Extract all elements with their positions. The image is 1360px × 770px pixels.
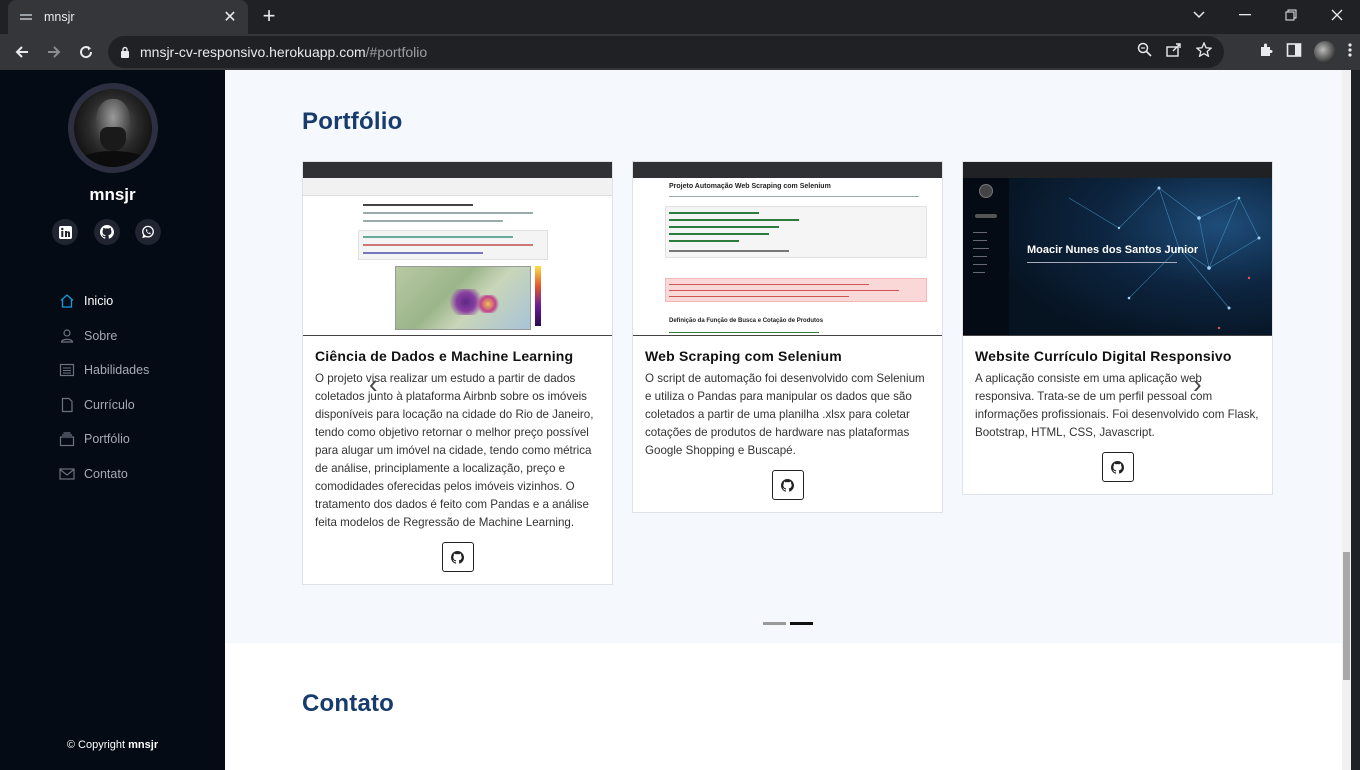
- portfolio-card-data-science: Ciência de Dados e Machine Learning O pr…: [302, 161, 613, 585]
- web-page: mnsjr Inicio Sobre Habilidades Currículo…: [0, 70, 1360, 770]
- section-title-contato: Contato: [302, 690, 395, 717]
- profile-photo: [68, 83, 158, 173]
- collection-icon: [58, 430, 76, 448]
- address-bar[interactable]: mnsjr-cv-responsivo.herokuapp.com/#portf…: [108, 36, 1224, 68]
- sidebar-item-inicio[interactable]: Inicio: [58, 284, 149, 319]
- main-content: Portfólio Ciência de Dados e Machine Lea…: [225, 70, 1351, 770]
- card-description: O script de automação foi desenvolvido c…: [645, 372, 925, 457]
- browser-tab[interactable]: mnsjr ✕: [8, 0, 248, 34]
- tab-close-icon[interactable]: ✕: [222, 7, 238, 27]
- sidebar-item-label: Habilidades: [84, 363, 150, 378]
- tab-search-icon[interactable]: [1176, 0, 1222, 30]
- person-icon: [58, 327, 76, 345]
- home-icon: [58, 292, 76, 310]
- sidebar-item-sobre[interactable]: Sobre: [58, 319, 149, 354]
- sidebar-item-label: Contato: [84, 466, 128, 481]
- github-icon: [781, 478, 794, 492]
- profile-avatar-icon[interactable]: [1314, 41, 1336, 63]
- carousel-indicator-2[interactable]: [790, 622, 813, 625]
- project-screenshot-jupyter: [303, 162, 612, 336]
- bookmark-star-icon[interactable]: [1195, 41, 1213, 62]
- browser-tab-bar: mnsjr ✕ +: [0, 0, 1360, 34]
- scrollbar-thumb[interactable]: [1343, 552, 1350, 680]
- extensions-icon[interactable]: [1258, 42, 1274, 63]
- whatsapp-icon[interactable]: [135, 219, 161, 245]
- portfolio-section: Portfólio Ciência de Dados e Machine Lea…: [225, 70, 1351, 643]
- github-link-button[interactable]: [771, 470, 804, 500]
- restore-icon[interactable]: [1268, 0, 1314, 30]
- sidebar-item-label: Sobre: [84, 328, 118, 343]
- menu-kebab-icon[interactable]: [1348, 42, 1352, 63]
- portfolio-card-website: Moacir Nunes dos Santos Junior Website C…: [962, 161, 1273, 495]
- card-title: Website Currículo Digital Responsivo: [975, 348, 1232, 364]
- sidebar-item-label: Portfólio: [84, 432, 130, 447]
- envelope-icon: [58, 465, 76, 483]
- project-screenshot-selenium: Projeto Automação Web Scraping com Selen…: [633, 162, 942, 336]
- sidebar-nav: Inicio Sobre Habilidades Currículo Portf…: [58, 284, 149, 491]
- profile-name: mnsjr: [89, 185, 136, 204]
- favicon-icon: [18, 9, 34, 25]
- card-description: O projeto visa realizar um estudo a part…: [315, 372, 594, 529]
- sidebar-item-label: Currículo: [84, 397, 135, 412]
- reload-icon[interactable]: [70, 36, 102, 68]
- new-tab-button[interactable]: +: [256, 5, 282, 29]
- github-icon: [451, 550, 464, 564]
- carousel-indicator-1[interactable]: [763, 622, 786, 625]
- github-link-button[interactable]: [441, 542, 474, 572]
- sidebar: mnsjr Inicio Sobre Habilidades Currículo…: [0, 70, 225, 770]
- file-icon: [58, 396, 76, 414]
- url-text: mnsjr-cv-responsivo.herokuapp.com/#portf…: [140, 44, 428, 60]
- zoom-icon[interactable]: [1137, 42, 1152, 62]
- card-title: Ciência de Dados e Machine Learning: [315, 348, 574, 364]
- sidebar-item-habilidades[interactable]: Habilidades: [58, 353, 149, 388]
- card-title: Web Scraping com Selenium: [645, 348, 842, 364]
- card-description: A aplicação consiste em uma aplicação we…: [975, 372, 1259, 439]
- github-icon: [1111, 460, 1124, 474]
- linkedin-icon[interactable]: [52, 219, 78, 245]
- browser-toolbar: mnsjr-cv-responsivo.herokuapp.com/#portf…: [0, 34, 1360, 70]
- section-title-portfolio: Portfólio: [302, 108, 403, 135]
- github-link-button[interactable]: [1101, 452, 1134, 482]
- share-icon[interactable]: [1166, 42, 1182, 62]
- sidebar-item-curriculo[interactable]: Currículo: [58, 388, 149, 423]
- copyright: © Copyright mnsjr: [66, 739, 159, 751]
- sidebar-item-portfolio[interactable]: Portfólio: [58, 422, 149, 457]
- close-window-icon[interactable]: [1314, 0, 1360, 30]
- sidepanel-icon[interactable]: [1286, 42, 1302, 63]
- page-scrollbar[interactable]: [1342, 70, 1351, 770]
- project-screenshot-website: Moacir Nunes dos Santos Junior: [963, 162, 1272, 336]
- minimize-icon[interactable]: [1222, 0, 1268, 30]
- portfolio-card-web-scraping: Projeto Automação Web Scraping com Selen…: [632, 161, 943, 513]
- list-icon: [58, 361, 76, 379]
- github-icon[interactable]: [94, 219, 120, 245]
- sidebar-item-label: Inicio: [84, 294, 114, 309]
- lock-icon: [120, 46, 130, 58]
- forward-icon[interactable]: [38, 36, 70, 68]
- carousel-prev-icon[interactable]: ‹: [369, 371, 378, 397]
- back-icon[interactable]: [6, 36, 38, 68]
- tab-title: mnsjr: [44, 10, 75, 24]
- sidebar-item-contato[interactable]: Contato: [58, 457, 149, 492]
- carousel-next-icon[interactable]: ›: [1193, 371, 1202, 397]
